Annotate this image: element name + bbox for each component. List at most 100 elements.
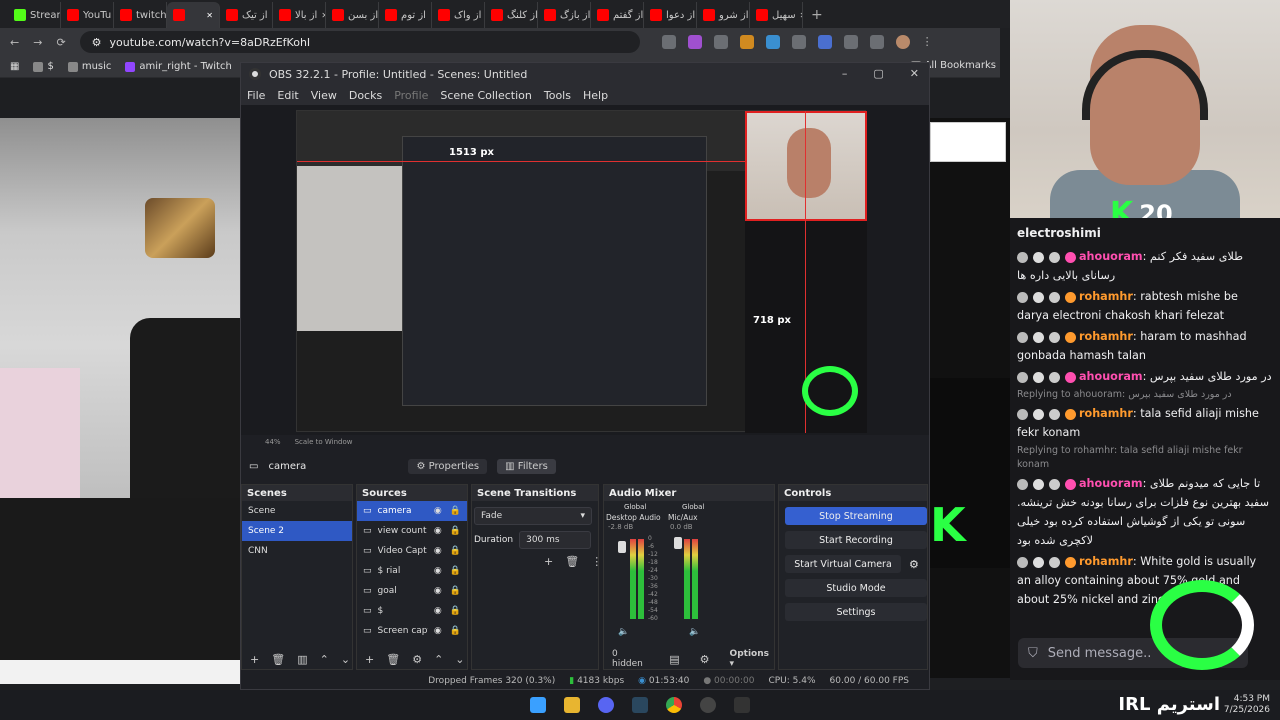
move-down-icon[interactable]: ⌄	[341, 653, 350, 666]
add-icon[interactable]: +	[544, 555, 553, 568]
scene-item[interactable]: Scene 2	[242, 521, 352, 541]
source-item[interactable]: ▭ view count ◉ 🔒	[357, 521, 467, 541]
new-tab-button[interactable]: +	[803, 2, 831, 28]
speaker-icon[interactable]: 🔈	[618, 627, 629, 637]
minimize-icon[interactable]: –	[842, 67, 848, 80]
start-virtual-camera-button[interactable]: Start Virtual Camera	[785, 555, 901, 573]
puzzle-icon[interactable]	[869, 35, 884, 49]
chat-user-name[interactable]: ahouoram	[1079, 370, 1143, 383]
source-item[interactable]: ▭ goal ◉ 🔒	[357, 581, 467, 601]
gear-icon[interactable]: ⚙	[412, 653, 422, 666]
browser-tab[interactable]: از کلنگ✕	[485, 2, 538, 28]
obs-icon[interactable]	[700, 697, 716, 713]
properties-button[interactable]: ⚙ Properties	[408, 458, 488, 474]
add-icon[interactable]: +	[365, 653, 374, 666]
maximize-icon[interactable]: ▢	[873, 67, 883, 80]
filter-icon[interactable]: ▥	[297, 653, 307, 666]
browser-tab[interactable]: ✕	[167, 2, 220, 28]
bookmark-item[interactable]: music	[67, 61, 111, 72]
menu-help[interactable]: Help	[583, 89, 608, 102]
scene-item[interactable]: Scene	[242, 501, 352, 521]
speaker-icon[interactable]: 🔈	[689, 627, 700, 637]
menu-kebab-icon[interactable]: ⋮	[922, 35, 933, 49]
lock-icon[interactable]: 🔒	[450, 546, 461, 556]
close-icon[interactable]: ✕	[910, 67, 919, 80]
options-button[interactable]: Options ▾	[730, 649, 774, 669]
browser-tab[interactable]: از گفتم✕	[591, 2, 644, 28]
source-item[interactable]: ▭ $ rial ◉ 🔒	[357, 561, 467, 581]
volume-fader[interactable]	[618, 541, 626, 553]
duration-input[interactable]: 300 ms	[519, 531, 592, 549]
extension-icon[interactable]	[713, 35, 728, 49]
extension-icon[interactable]	[661, 35, 676, 49]
source-item[interactable]: ▭ camera ◉ 🔒	[357, 501, 467, 521]
back-icon[interactable]: ←	[10, 36, 19, 49]
gear-icon[interactable]: ⚙	[909, 558, 919, 571]
windows-start-icon[interactable]	[530, 697, 546, 713]
obs-preview[interactable]: 1513 px 718 px	[241, 105, 929, 435]
browser-tab[interactable]: از تیک✕	[220, 2, 273, 28]
file-explorer-icon[interactable]	[564, 697, 580, 713]
move-up-icon[interactable]: ⌃	[320, 653, 329, 666]
browser-tab[interactable]: Stream✕	[8, 2, 61, 28]
trash-icon[interactable]: 🗑	[271, 653, 285, 666]
source-item[interactable]: ▭Screen captu◉🔒	[357, 621, 467, 641]
terminal-icon[interactable]	[734, 697, 750, 713]
trash-icon[interactable]: 🗑	[565, 555, 579, 568]
add-icon[interactable]: +	[250, 653, 259, 666]
trash-icon[interactable]: 🗑	[386, 653, 400, 666]
scale-mode[interactable]: Scale to Window	[295, 438, 353, 446]
menu-scene-collection[interactable]: Scene Collection	[440, 89, 531, 102]
eye-icon[interactable]: ◉	[434, 606, 442, 616]
eye-icon[interactable]: ◉	[434, 626, 442, 636]
menu-tools[interactable]: Tools	[544, 89, 571, 102]
menu-kebab-icon[interactable]: ⋮	[591, 555, 602, 568]
move-up-icon[interactable]: ⌃	[434, 653, 443, 666]
bookmark-item[interactable]: amir_right - Twitch	[125, 61, 232, 72]
volume-fader[interactable]	[674, 537, 682, 549]
reload-icon[interactable]: ⟳	[56, 36, 65, 49]
chat-user-name[interactable]: rohamhr	[1079, 555, 1133, 568]
start-recording-button[interactable]: Start Recording	[785, 531, 927, 549]
steam-icon[interactable]	[632, 697, 648, 713]
camera-source-selected[interactable]	[745, 111, 867, 221]
extension-icon[interactable]	[765, 35, 780, 49]
browser-tab[interactable]: از واک✕	[432, 2, 485, 28]
studio-mode-button[interactable]: Studio Mode	[785, 579, 927, 597]
scene-item[interactable]: CNN	[242, 541, 352, 561]
extension-icon[interactable]	[817, 35, 832, 49]
menu-edit[interactable]: Edit	[277, 89, 298, 102]
lock-icon[interactable]: 🔒	[450, 606, 461, 616]
apps-icon[interactable]: ▦	[10, 61, 19, 72]
eye-icon[interactable]: ◉	[434, 546, 442, 556]
menu-docks[interactable]: Docks	[349, 89, 382, 102]
settings-button[interactable]: Settings	[785, 603, 927, 621]
chat-user-name[interactable]: ahouoram	[1079, 250, 1143, 263]
menu-view[interactable]: View	[311, 89, 337, 102]
discord-icon[interactable]	[598, 697, 614, 713]
video-frame[interactable]	[0, 118, 240, 498]
forward-icon[interactable]: →	[33, 36, 42, 49]
gear-icon[interactable]: ⚙	[700, 653, 710, 666]
chat-user-name[interactable]: ahouoram	[1079, 477, 1143, 490]
source-item[interactable]: ▭ Video Capt ◉ 🔒	[357, 541, 467, 561]
chat-user-name[interactable]: rohamhr	[1079, 407, 1133, 420]
browser-tab[interactable]: سهیل✕	[750, 2, 803, 28]
stop-streaming-button[interactable]: Stop Streaming	[785, 507, 927, 525]
chat-user-name[interactable]: rohamhr	[1079, 330, 1133, 343]
eye-icon[interactable]: ◉	[434, 566, 442, 576]
browser-tab[interactable]: YouTu✕	[61, 2, 114, 28]
browser-tab[interactable]: از شرو✕	[697, 2, 750, 28]
chrome-icon[interactable]	[666, 697, 682, 713]
layout-icon[interactable]: ▤	[669, 653, 679, 666]
browser-tab[interactable]: از بالا✕	[273, 2, 326, 28]
address-bar[interactable]: ⚙ youtube.com/watch?v=8aDRzEfKohI	[79, 31, 640, 53]
tab-close-icon[interactable]: ✕	[206, 11, 213, 20]
lock-icon[interactable]: 🔒	[450, 506, 461, 516]
browser-tab[interactable]: از دعوا✕	[644, 2, 697, 28]
browser-tab[interactable]: twitch✕	[114, 2, 167, 28]
browser-tab[interactable]: از بسن✕	[326, 2, 379, 28]
filters-button[interactable]: ▥ Filters	[497, 458, 556, 474]
lock-icon[interactable]: 🔒	[450, 626, 461, 636]
extension-icon[interactable]	[687, 35, 702, 49]
